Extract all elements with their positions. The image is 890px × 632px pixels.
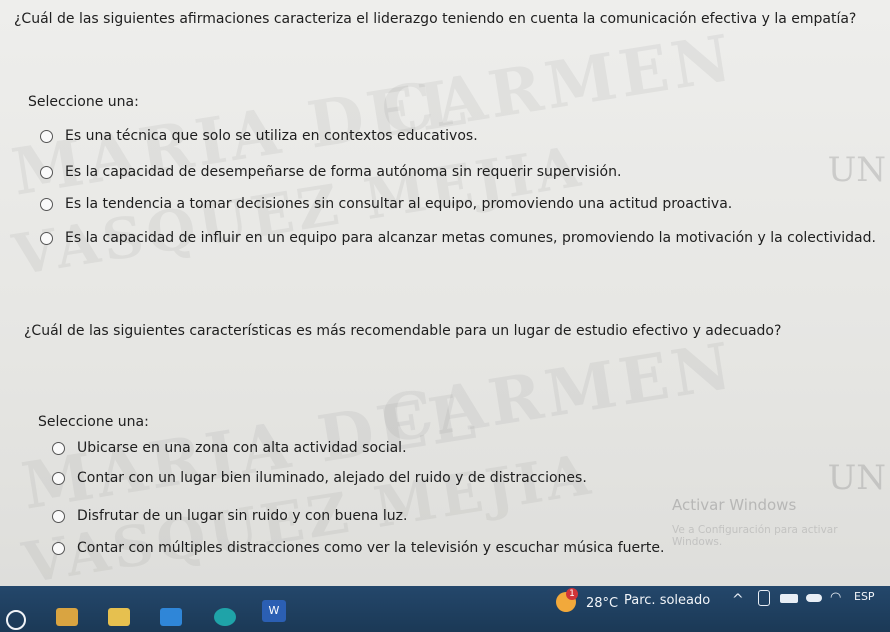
option-label: Contar con múltiples distracciones como … xyxy=(77,540,665,556)
question-1-text: ¿Cuál de las siguientes afirmaciones car… xyxy=(14,11,857,27)
activate-windows-subtitle: Ve a Configuración para activar Windows. xyxy=(672,524,838,548)
radio-button[interactable] xyxy=(52,441,65,455)
radio-button[interactable] xyxy=(52,471,65,485)
radio-button[interactable] xyxy=(52,541,65,555)
radio-button[interactable] xyxy=(40,165,53,179)
question-2-text: ¿Cuál de las siguientes características … xyxy=(24,323,782,339)
question-2-option-2[interactable]: Contar con un lugar bien iluminado, alej… xyxy=(52,470,587,486)
question-1-option-1[interactable]: Es una técnica que solo se utiliza en co… xyxy=(40,128,478,144)
language-indicator[interactable]: ESP xyxy=(854,590,875,603)
question-1-option-4[interactable]: Es la capacidad de influir en un equipo … xyxy=(40,230,876,246)
weather-status: Parc. soleado xyxy=(624,593,711,608)
edge-browser-icon[interactable] xyxy=(214,608,236,626)
question-2-prompt: Seleccione una: xyxy=(38,414,149,430)
chevron-up-icon[interactable]: ^ xyxy=(732,592,744,608)
onedrive-cloud-icon[interactable] xyxy=(806,594,822,602)
folder-icon[interactable] xyxy=(108,608,130,626)
radio-button[interactable] xyxy=(40,231,53,245)
option-label: Es la capacidad de desempeñarse de forma… xyxy=(65,164,622,180)
option-label: Es una técnica que solo se utiliza en co… xyxy=(65,128,478,144)
question-1-option-3[interactable]: Es la tendencia a tomar decisiones sin c… xyxy=(40,196,732,212)
temperature: 28°C xyxy=(586,596,619,611)
battery-icon[interactable] xyxy=(780,594,798,603)
option-label: Contar con un lugar bien iluminado, alej… xyxy=(77,470,587,486)
question-1-option-2[interactable]: Es la capacidad de desempeñarse de forma… xyxy=(40,164,621,180)
question-1: ¿Cuál de las siguientes afirmaciones car… xyxy=(0,0,890,288)
radio-button[interactable] xyxy=(40,197,53,211)
option-label: Es la tendencia a tomar decisiones sin c… xyxy=(65,196,733,212)
radio-button[interactable] xyxy=(52,509,65,523)
mail-icon[interactable] xyxy=(160,608,182,626)
question-2-option-4[interactable]: Contar con múltiples distracciones como … xyxy=(52,540,664,556)
calculator-icon[interactable] xyxy=(56,608,78,626)
meet-icon[interactable] xyxy=(758,590,770,606)
option-label: Es la capacidad de influir en un equipo … xyxy=(65,230,876,246)
quiz-page: CARMEN MARIA DEL VASQUEZ MEJIA CARMEN MA… xyxy=(0,0,890,597)
wifi-icon[interactable]: ◠ xyxy=(830,590,841,605)
question-2-option-3[interactable]: Disfrutar de un lugar sin ruido y con bu… xyxy=(52,508,407,524)
option-label: Ubicarse en una zona con alta actividad … xyxy=(77,440,407,456)
question-2-option-1[interactable]: Ubicarse en una zona con alta actividad … xyxy=(52,440,407,456)
word-icon[interactable]: W xyxy=(262,600,286,622)
taskbar: W 1 28°C Parc. soleado ^ ◠ ESP xyxy=(0,586,890,632)
search-icon[interactable] xyxy=(6,610,26,630)
activate-windows-title: Activar Windows xyxy=(672,496,797,514)
radio-button[interactable] xyxy=(40,129,53,143)
option-label: Disfrutar de un lugar sin ruido y con bu… xyxy=(77,508,408,524)
weather-alert-badge: 1 xyxy=(566,588,578,600)
question-1-prompt: Seleccione una: xyxy=(28,94,139,110)
